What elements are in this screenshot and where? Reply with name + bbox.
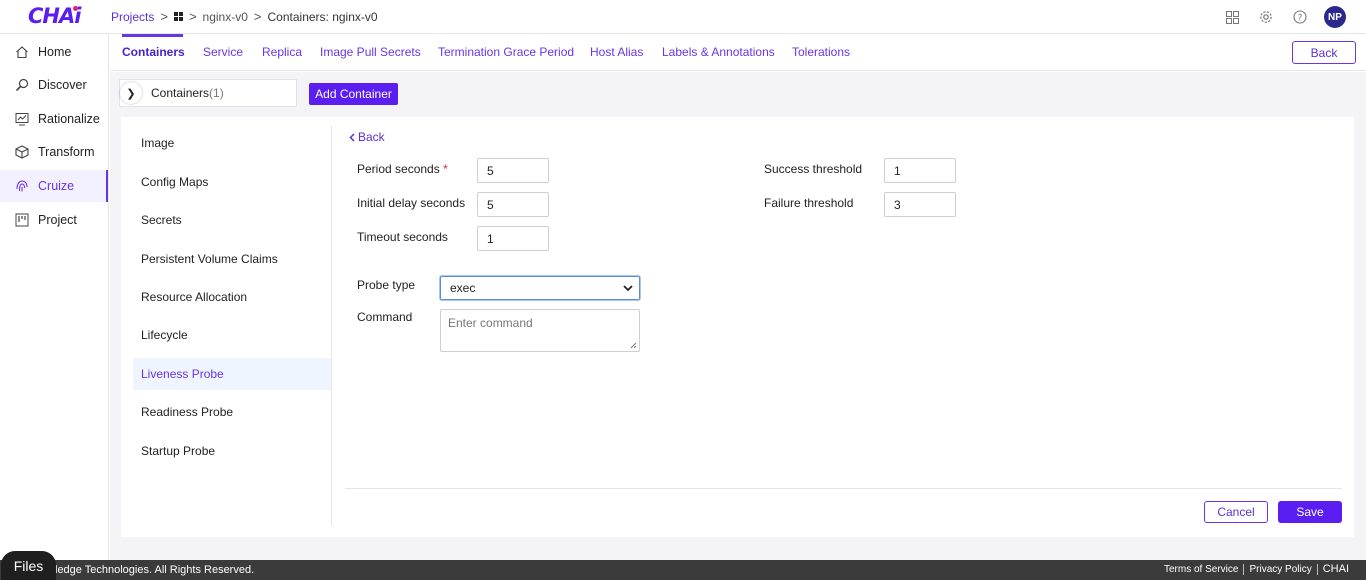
nav-item-image[interactable]: Image	[133, 127, 331, 159]
nav-item-resource-allocation[interactable]: Resource Allocation	[133, 281, 331, 313]
period-seconds-input[interactable]: 5	[477, 158, 549, 183]
container-config-panel: Image Config Maps Secrets Persistent Vol…	[121, 117, 1354, 537]
tab-containers[interactable]: Containers	[122, 45, 185, 59]
sidebar-item-cruize[interactable]: Cruize	[0, 170, 108, 202]
gear-icon[interactable]	[1256, 7, 1276, 27]
tab-service[interactable]: Service	[203, 45, 243, 59]
files-chip[interactable]: Files	[1, 551, 56, 580]
sidebar-item-label: Rationalize	[38, 112, 100, 126]
rationalize-icon	[14, 111, 30, 127]
home-icon	[14, 44, 30, 60]
command-placeholder: Enter command	[448, 316, 533, 330]
breadcrumb: Projects > > nginx-v0 > Containers: ngin…	[111, 9, 378, 24]
nav-item-lifecycle[interactable]: Lifecycle	[133, 319, 331, 351]
sidebar-item-label: Project	[38, 213, 77, 227]
tab-termination-grace-period[interactable]: Termination Grace Period	[438, 45, 574, 59]
breadcrumb-current: Containers: nginx-v0	[267, 9, 378, 24]
sidebar-item-discover[interactable]: Discover	[0, 69, 108, 101]
top-bar: CHAi Projects > > nginx-v0 > Containers:…	[0, 0, 1366, 34]
sidebar-item-transform[interactable]: Transform	[0, 136, 108, 168]
tab-host-alias[interactable]: Host Alias	[590, 45, 643, 59]
sidebar-item-project[interactable]: Project	[0, 204, 108, 236]
timeout-seconds-input[interactable]: 1	[477, 226, 549, 251]
help-icon[interactable]: ?	[1290, 7, 1310, 27]
back-link[interactable]: Back	[349, 130, 385, 144]
nav-item-readiness-probe[interactable]: Readiness Probe	[133, 396, 331, 428]
chevron-right-icon: >	[188, 9, 197, 24]
probe-type-label: Probe type	[357, 278, 416, 292]
footer-brand: CHAI	[1322, 563, 1349, 575]
user-avatar[interactable]: NP	[1324, 6, 1346, 28]
terms-link[interactable]: Terms of Service	[1159, 563, 1245, 575]
tab-labels-annotations[interactable]: Labels & Annotations	[662, 45, 775, 59]
sidebar-item-label: Discover	[38, 78, 87, 92]
sidebar-item-home[interactable]: Home	[0, 36, 108, 68]
tab-replica[interactable]: Replica	[262, 45, 302, 59]
initial-delay-input[interactable]: 5	[477, 192, 549, 217]
chevron-right-icon: >	[160, 9, 168, 24]
apps-grid-icon[interactable]	[1222, 7, 1242, 27]
fingerprint-icon	[14, 178, 30, 194]
probe-type-value: exec	[450, 281, 476, 295]
active-tab-indicator	[122, 34, 183, 37]
tab-tolerations[interactable]: Tolerations	[792, 45, 850, 59]
chevron-down-icon	[623, 285, 633, 292]
header-actions: ? NP	[1222, 6, 1346, 28]
logo-dot	[73, 6, 78, 11]
command-label: Command	[357, 310, 413, 324]
chevron-right-icon: >	[253, 9, 262, 24]
nav-item-liveness-probe[interactable]: Liveness Probe	[133, 358, 331, 390]
probe-type-select[interactable]: exec	[440, 276, 640, 300]
resize-grip-icon[interactable]	[630, 342, 637, 349]
failure-threshold-label: Failure threshold	[764, 196, 854, 210]
cube-icon	[14, 144, 30, 160]
tab-image-pull-secrets[interactable]: Image Pull Secrets	[320, 45, 421, 59]
chai-logo[interactable]: CHAi	[28, 4, 81, 28]
nav-item-config-maps[interactable]: Config Maps	[133, 166, 331, 198]
config-section-nav: Image Config Maps Secrets Persistent Vol…	[133, 126, 332, 526]
discover-icon	[14, 77, 30, 93]
timeout-seconds-label: Timeout seconds	[357, 230, 448, 244]
nav-item-persistent-volume-claims[interactable]: Persistent Volume Claims	[133, 243, 331, 275]
nav-item-startup-probe[interactable]: Startup Probe	[133, 435, 331, 467]
initial-delay-label: Initial delay seconds	[357, 196, 466, 210]
cancel-button[interactable]: Cancel	[1204, 501, 1268, 523]
footer-links: Terms of Service Privacy Policy CHAI	[1159, 563, 1354, 575]
back-link-label: Back	[358, 130, 385, 144]
sidebar-item-rationalize[interactable]: Rationalize	[0, 103, 108, 135]
kanban-icon	[14, 212, 30, 228]
tab-bar: Containers Service Replica Image Pull Se…	[110, 34, 1366, 71]
containers-count: (1)	[209, 86, 224, 100]
sidebar-item-label: Cruize	[38, 179, 75, 193]
failure-threshold-input[interactable]: 3	[884, 192, 956, 217]
required-marker: *	[443, 162, 448, 176]
sidebar-item-label: Home	[38, 45, 72, 59]
sidebar-item-label: Transform	[38, 145, 95, 159]
privacy-link[interactable]: Privacy Policy	[1244, 563, 1318, 575]
containers-label: Containers(1)	[151, 86, 224, 100]
back-button[interactable]: Back	[1292, 41, 1356, 64]
add-container-button[interactable]: Add Container	[309, 83, 398, 105]
svg-text:?: ?	[1298, 13, 1303, 23]
footer: ledge Technologies. All Rights Reserved.…	[0, 560, 1366, 580]
nav-item-secrets[interactable]: Secrets	[133, 204, 331, 236]
breadcrumb-projects[interactable]: Projects	[111, 10, 154, 24]
containers-selector[interactable]: ❯ Containers(1)	[119, 79, 297, 107]
period-seconds-label: Period seconds *	[357, 162, 448, 176]
success-threshold-input[interactable]: 1	[884, 158, 956, 183]
command-textarea[interactable]: Enter command	[440, 309, 640, 352]
copyright-text: ledge Technologies. All Rights Reserved.	[55, 564, 255, 576]
form-divider	[345, 488, 1342, 489]
sidebar: Home Discover Rationalize Transform Crui…	[0, 34, 109, 560]
success-threshold-label: Success threshold	[764, 162, 863, 176]
grid-icon	[173, 12, 183, 21]
breadcrumb-project[interactable]: nginx-v0	[203, 10, 248, 24]
chevron-left-icon	[349, 132, 355, 142]
chevron-right-icon[interactable]: ❯	[120, 82, 142, 104]
save-button[interactable]: Save	[1278, 501, 1342, 523]
